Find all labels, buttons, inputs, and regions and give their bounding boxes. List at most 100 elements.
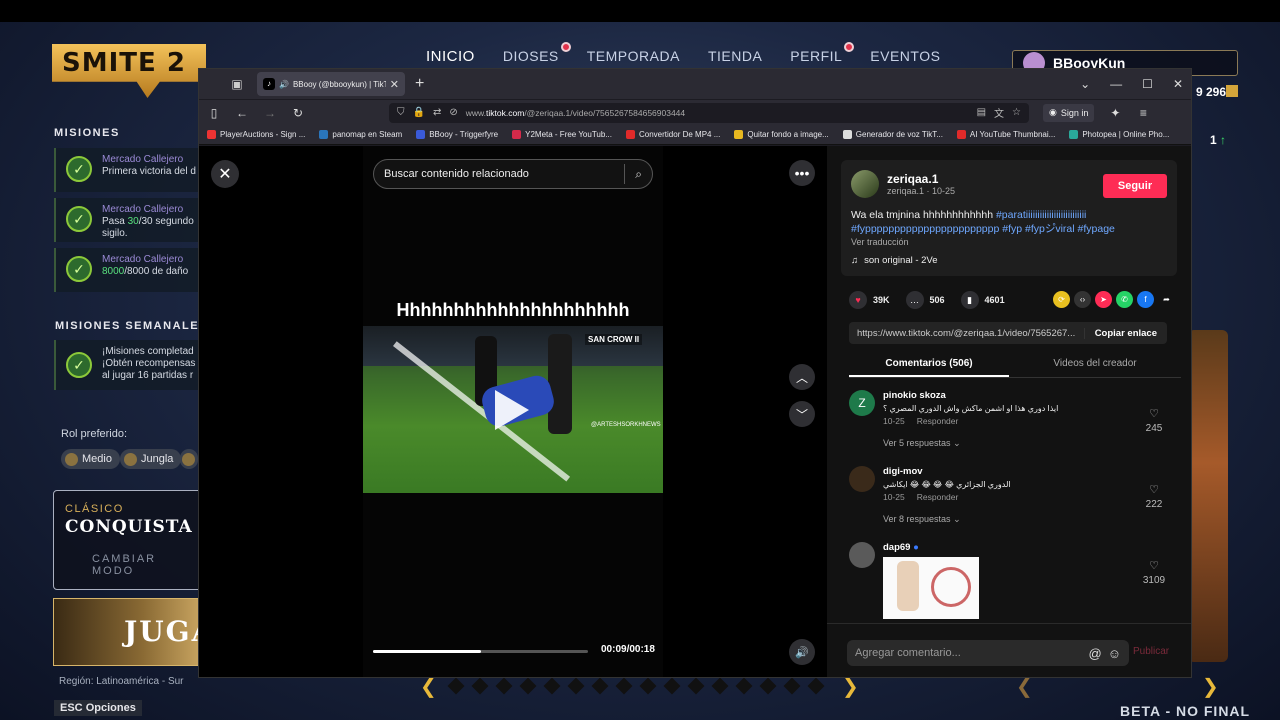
game-nav-eventos[interactable]: EVENTOS bbox=[870, 48, 940, 65]
repost-icon[interactable]: ⟳ bbox=[1053, 291, 1070, 308]
game-nav-dioses[interactable]: DIOSES bbox=[503, 42, 571, 65]
copy-link-button[interactable]: Copiar enlace bbox=[1083, 327, 1167, 339]
role-jungla[interactable]: Jungla bbox=[120, 449, 182, 469]
comment-image[interactable] bbox=[883, 557, 979, 619]
change-mode-button[interactable]: CAMBIAR MODO bbox=[65, 553, 202, 577]
comment-like[interactable]: ♡ 3109 bbox=[1139, 556, 1169, 586]
reload-icon[interactable]: ↻ bbox=[291, 106, 305, 120]
options-button[interactable]: ESC Opciones bbox=[54, 700, 142, 716]
video-progress-bar[interactable] bbox=[373, 650, 588, 653]
menu-icon[interactable]: ≡ bbox=[1136, 106, 1150, 120]
send-icon[interactable]: ➤ bbox=[1095, 291, 1112, 308]
game-nav-perfil[interactable]: PERFIL bbox=[790, 42, 855, 65]
tab-list-icon[interactable]: ▣ bbox=[223, 69, 251, 99]
embed-icon[interactable]: ‹› bbox=[1074, 291, 1091, 308]
comment-avatar[interactable] bbox=[849, 466, 875, 492]
follow-button[interactable]: Seguir bbox=[1103, 174, 1167, 198]
heart-icon[interactable]: ♥ bbox=[849, 291, 867, 309]
close-window-icon[interactable]: ✕ bbox=[1173, 77, 1183, 91]
share-arrow-icon[interactable]: ➦ bbox=[1158, 291, 1175, 308]
sidebar-toggle-icon[interactable]: ▯ bbox=[207, 106, 221, 120]
tab-comments[interactable]: Comentarios (506) bbox=[849, 354, 1009, 377]
author-name[interactable]: zeriqaa.1 bbox=[887, 172, 955, 186]
address-bar[interactable]: ⛉ 🔒 ⇄ ⊘ www.tiktok.com/@zeriqaa.1/video/… bbox=[389, 102, 1029, 123]
chevron-down-icon[interactable]: ﹀ bbox=[789, 401, 815, 427]
bookmark-item[interactable]: AI YouTube Thumbnai... bbox=[956, 130, 1055, 139]
video-player[interactable]: Buscar contenido relacionado ⌕ Hhhhhhhhh… bbox=[363, 146, 663, 677]
role-medio[interactable]: Medio bbox=[61, 449, 120, 469]
game-nav-inicio[interactable]: INICIO bbox=[426, 48, 475, 65]
publish-button[interactable]: Publicar bbox=[1133, 646, 1169, 657]
play-button[interactable]: JUGA bbox=[53, 598, 213, 666]
extensions-icon[interactable]: ✦ bbox=[1108, 106, 1122, 120]
bookmark-item[interactable]: Convertidor De MP4 ... bbox=[626, 130, 720, 139]
back-icon[interactable]: ← bbox=[235, 106, 249, 120]
comment-avatar[interactable] bbox=[849, 542, 875, 568]
mission-item[interactable]: ✓ Mercado Callejero Pasa 30/30 segundo sig… bbox=[54, 198, 206, 242]
game-nav-temporada[interactable]: TEMPORADA bbox=[587, 48, 680, 65]
comment-like[interactable]: ♡ 222 bbox=[1139, 480, 1169, 510]
comment-user[interactable]: pinokio skoza bbox=[883, 390, 1179, 401]
bookmark-item[interactable]: Photopea | Online Pho... bbox=[1069, 130, 1169, 139]
role-more[interactable] bbox=[180, 449, 198, 469]
camera-blocked-icon[interactable]: ⊘ bbox=[449, 107, 457, 118]
view-replies-button[interactable]: Ver 5 respuestas ⌄ bbox=[883, 438, 1179, 449]
mission-item[interactable]: ✓ Mercado Callejero Primera victoria del … bbox=[54, 148, 206, 192]
comment-like[interactable]: ♡ 245 bbox=[1139, 404, 1169, 434]
sign-in-button[interactable]: ◉ Sign in bbox=[1043, 103, 1095, 122]
shield-icon[interactable]: ⛉ bbox=[397, 107, 405, 118]
hashtag-link[interactable]: #paratiiiiiiiiiiiiiiiiiiiiiiiiii bbox=[996, 209, 1086, 221]
game-mode-panel[interactable]: CLÁSICO CONQUISTA CAMBIAR MODO bbox=[53, 490, 203, 590]
hashtag-link[interactable]: #fyppppppppppppppppppppppp #fyp #fypシ゚vi… bbox=[851, 223, 1115, 235]
play-icon[interactable] bbox=[495, 390, 529, 430]
close-icon[interactable]: ✕ bbox=[211, 160, 239, 188]
bookmark-item[interactable]: Quitar fondo a image... bbox=[734, 130, 829, 139]
bookmark-item[interactable]: Generador de voz TikT... bbox=[842, 130, 943, 139]
minimize-icon[interactable]: — bbox=[1110, 77, 1122, 91]
reply-button[interactable]: Responder bbox=[917, 416, 959, 426]
view-replies-button[interactable]: Ver 8 respuestas ⌄ bbox=[883, 514, 1179, 525]
permissions-icon[interactable]: ⇄ bbox=[433, 107, 441, 118]
see-translation-link[interactable]: Ver traducción bbox=[851, 237, 1167, 247]
bookmark-item[interactable]: Y2Meta - Free YouTub... bbox=[512, 130, 612, 139]
related-search-input[interactable]: Buscar contenido relacionado ⌕ bbox=[373, 159, 653, 189]
chevron-down-icon[interactable]: ⌄ bbox=[1080, 77, 1090, 91]
lock-icon[interactable]: 🔒 bbox=[413, 107, 425, 118]
more-options-icon[interactable]: ••• bbox=[789, 160, 815, 186]
bookmark-item[interactable]: PlayerAuctions - Sign ... bbox=[207, 130, 305, 139]
forward-icon[interactable]: → bbox=[263, 106, 277, 120]
comment-user[interactable]: dap69 ● bbox=[883, 542, 1179, 553]
mission-item[interactable]: ✓ Mercado Callejero 8000/8000 de daño bbox=[54, 248, 206, 292]
comment-icon[interactable]: … bbox=[905, 291, 924, 309]
volume-icon[interactable]: 🔊 bbox=[789, 639, 815, 665]
game-nav-tienda[interactable]: TIENDA bbox=[708, 48, 762, 65]
comment-avatar[interactable]: Z bbox=[849, 390, 875, 416]
post-link[interactable]: https://www.tiktok.com/@zeriqaa.1/video/… bbox=[849, 328, 1084, 339]
search-icon[interactable]: ⌕ bbox=[635, 167, 642, 182]
whatsapp-icon[interactable]: ✆ bbox=[1116, 291, 1133, 308]
nav-bar: ▯ ← → ↻ ⛉ 🔒 ⇄ ⊘ www.tiktok.com/@zeriqaa.… bbox=[199, 99, 1191, 125]
chevron-up-icon[interactable]: ︿ bbox=[789, 364, 815, 390]
translate-icon[interactable]: 文 bbox=[994, 105, 1004, 120]
mention-icon[interactable]: @ bbox=[1089, 646, 1102, 661]
facebook-icon[interactable]: f bbox=[1137, 291, 1154, 308]
comment-input[interactable]: Agregar comentario... @ ☺ bbox=[847, 640, 1129, 666]
bookmark-item[interactable]: panomap en Steam bbox=[319, 130, 402, 139]
bookmark-icon[interactable]: ▮ bbox=[960, 291, 979, 309]
close-tab-icon[interactable]: ✕ bbox=[390, 78, 399, 91]
tab-creator-videos[interactable]: Videos del creador bbox=[1009, 354, 1181, 377]
maximize-icon[interactable]: ☐ bbox=[1142, 77, 1153, 91]
video-frame[interactable]: SAN CROW II @ARTESHSORKHNEWS bbox=[363, 326, 663, 493]
bookmark-item[interactable]: BBooy - Triggerfyre bbox=[416, 130, 498, 139]
new-tab-icon[interactable]: + bbox=[415, 75, 424, 93]
author-avatar[interactable] bbox=[851, 170, 879, 198]
emoji-icon[interactable]: ☺ bbox=[1108, 646, 1121, 661]
chevron-right-icon[interactable]: ❯ bbox=[1202, 674, 1219, 699]
reply-button[interactable]: Responder bbox=[917, 492, 959, 502]
comment-user[interactable]: digi-mov bbox=[883, 466, 1179, 477]
sound-link[interactable]: ♫ son original - 2Ve bbox=[851, 255, 1167, 266]
bookmark-star-icon[interactable]: ☆ bbox=[1012, 107, 1021, 118]
browser-tab[interactable]: ♪ 🔊 BBooy (@bbooykun) | TikTok ✕ bbox=[257, 72, 405, 96]
reader-view-icon[interactable]: ▤ bbox=[977, 107, 986, 118]
weekly-mission-item[interactable]: ✓ ¡Misiones completad ¡Obtén recompensas a… bbox=[54, 340, 206, 390]
